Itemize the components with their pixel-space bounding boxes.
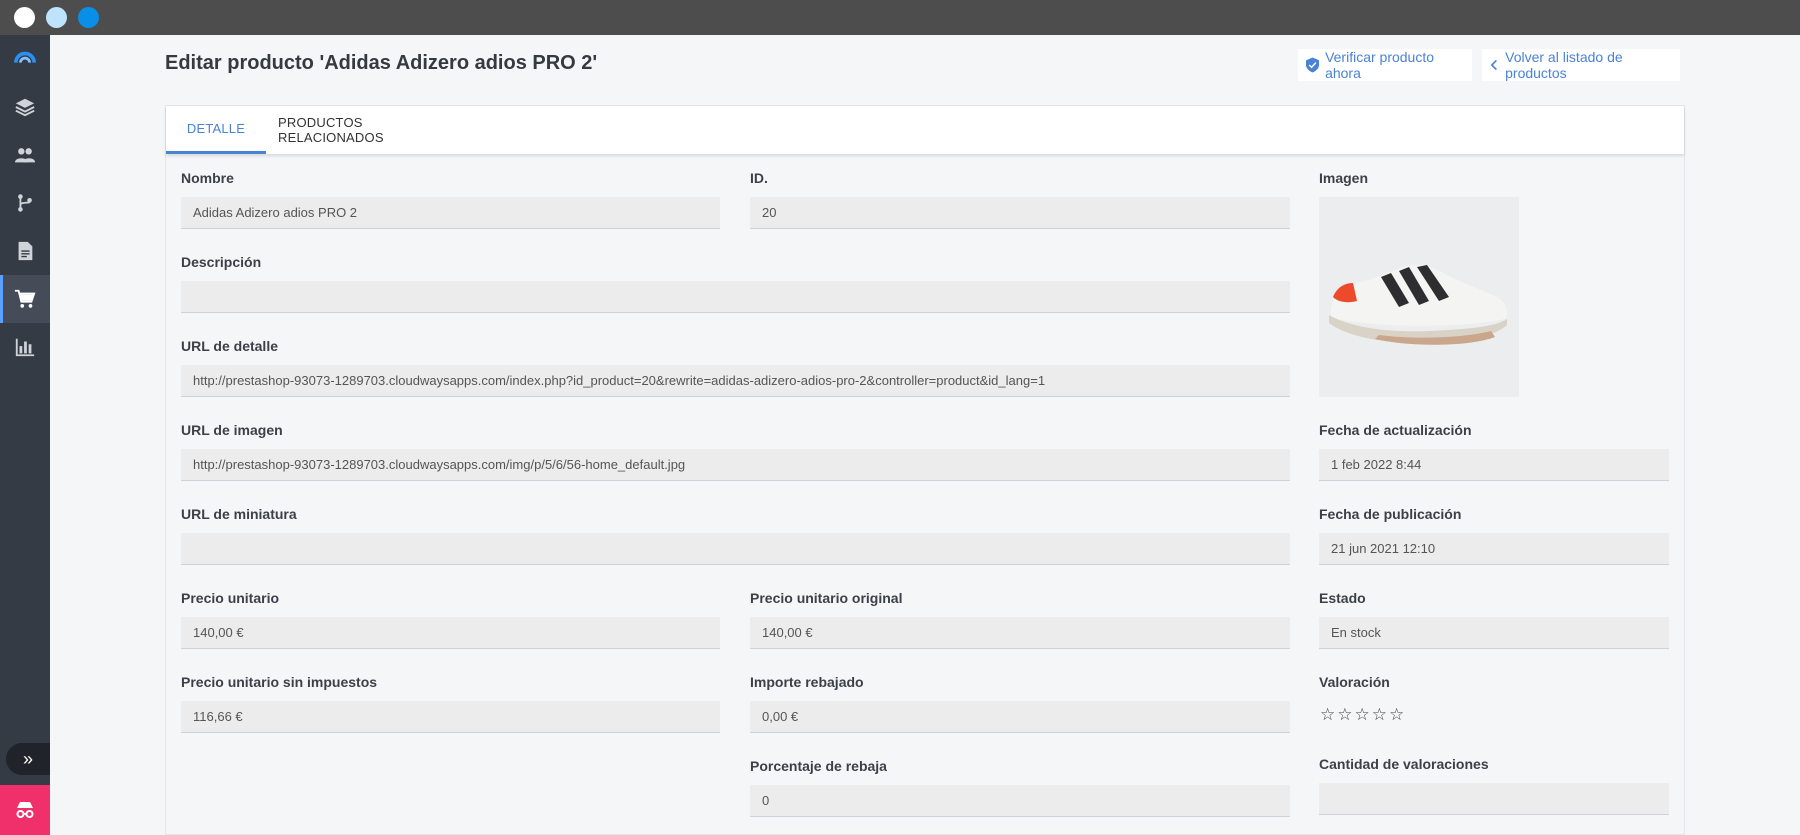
rainbow-icon (14, 51, 36, 63)
porcentaje-rebaja-field[interactable]: 0 (750, 785, 1290, 817)
spy-icon (16, 802, 34, 818)
window-maximize-button[interactable] (78, 7, 99, 28)
window-titlebar (0, 0, 1800, 35)
url-imagen-label: URL de imagen (181, 422, 283, 438)
star-empty-icon[interactable]: ☆ (1389, 705, 1404, 725)
precio-unitario-label: Precio unitario (181, 590, 280, 606)
document-icon (18, 241, 33, 261)
url-detalle-label: URL de detalle (181, 338, 278, 354)
branch-icon (18, 194, 32, 212)
imagen-label: Imagen (1319, 170, 1369, 186)
double-chevron-right-icon: » (22, 748, 33, 769)
valoracion-label: Valoración (1319, 674, 1390, 690)
verify-product-button[interactable]: Verificar producto ahora (1298, 49, 1472, 81)
tab-productos-relacionados[interactable]: PRODUCTOS RELACIONADOS (278, 106, 468, 154)
window-minimize-button[interactable] (46, 7, 67, 28)
tab-bar: DETALLE PRODUCTOS RELACIONADOS (166, 106, 1684, 154)
verify-product-label: Verificar producto ahora (1325, 49, 1435, 81)
cart-icon (14, 289, 36, 308)
precio-unitario-field[interactable]: 140,00 € (181, 617, 720, 649)
descripcion-field[interactable] (181, 281, 1290, 313)
page-title: Editar producto 'Adidas Adizero adios PR… (165, 52, 598, 74)
spy-button[interactable] (0, 785, 50, 835)
star-empty-icon[interactable]: ☆ (1320, 705, 1335, 725)
back-to-list-label: Volver al listado de productos (1505, 49, 1623, 81)
sneaker-image (1319, 197, 1519, 397)
bar-chart-icon (15, 338, 35, 357)
chevron-left-icon (1490, 59, 1497, 71)
nombre-field[interactable]: Adidas Adizero adios PRO 2 (181, 197, 720, 229)
nombre-label: Nombre (181, 170, 234, 186)
precio-sin-impuestos-label: Precio unitario sin impuestos (181, 674, 378, 690)
sidebar-item-layers[interactable] (0, 83, 50, 131)
precio-original-field[interactable]: 140,00 € (750, 617, 1290, 649)
shield-check-icon (1306, 57, 1320, 73)
sidebar-expand-button[interactable]: » (6, 743, 50, 775)
product-image (1319, 197, 1519, 397)
layers-icon (15, 98, 35, 117)
estado-label: Estado (1319, 590, 1366, 606)
precio-original-label: Precio unitario original (750, 590, 903, 606)
descripcion-label: Descripción (181, 254, 262, 270)
fecha-publicacion-label: Fecha de publicación (1319, 506, 1462, 522)
sidebar: » (0, 35, 50, 835)
tab-detalle[interactable]: DETALLE (166, 106, 266, 154)
precio-sin-impuestos-field[interactable]: 116,66 € (181, 701, 720, 733)
cantidad-valoraciones-label: Cantidad de valoraciones (1319, 756, 1489, 772)
sidebar-item-dashboard[interactable] (0, 35, 50, 83)
sidebar-item-documents[interactable] (0, 227, 50, 275)
back-to-list-button[interactable]: Volver al listado de productos (1482, 49, 1680, 81)
id-field[interactable]: 20 (750, 197, 1290, 229)
users-icon (14, 148, 36, 163)
fecha-publicacion-field[interactable]: 21 jun 2021 12:10 (1319, 533, 1669, 565)
url-miniatura-field[interactable] (181, 533, 1290, 565)
fecha-actualizacion-field[interactable]: 1 feb 2022 8:44 (1319, 449, 1669, 481)
url-detalle-field[interactable]: http://prestashop-93073-1289703.cloudway… (181, 365, 1290, 397)
importe-rebajado-label: Importe rebajado (750, 674, 864, 690)
cantidad-valoraciones-field[interactable] (1319, 783, 1669, 815)
window-close-button[interactable] (14, 7, 35, 28)
star-empty-icon[interactable]: ☆ (1372, 705, 1387, 725)
sidebar-item-products[interactable] (0, 275, 50, 323)
url-miniatura-label: URL de miniatura (181, 506, 297, 522)
sidebar-item-analytics[interactable] (0, 323, 50, 371)
star-empty-icon[interactable]: ☆ (1337, 705, 1352, 725)
url-imagen-field[interactable]: http://prestashop-93073-1289703.cloudway… (181, 449, 1290, 481)
porcentaje-rebaja-label: Porcentaje de rebaja (750, 758, 887, 774)
importe-rebajado-field[interactable]: 0,00 € (750, 701, 1290, 733)
sidebar-item-flows[interactable] (0, 179, 50, 227)
rating-stars[interactable]: ☆ ☆ ☆ ☆ ☆ (1320, 705, 1404, 725)
fecha-actualizacion-label: Fecha de actualización (1319, 422, 1472, 438)
estado-field[interactable]: En stock (1319, 617, 1669, 649)
star-empty-icon[interactable]: ☆ (1355, 705, 1370, 725)
sidebar-item-users[interactable] (0, 131, 50, 179)
id-label: ID. (750, 170, 768, 186)
